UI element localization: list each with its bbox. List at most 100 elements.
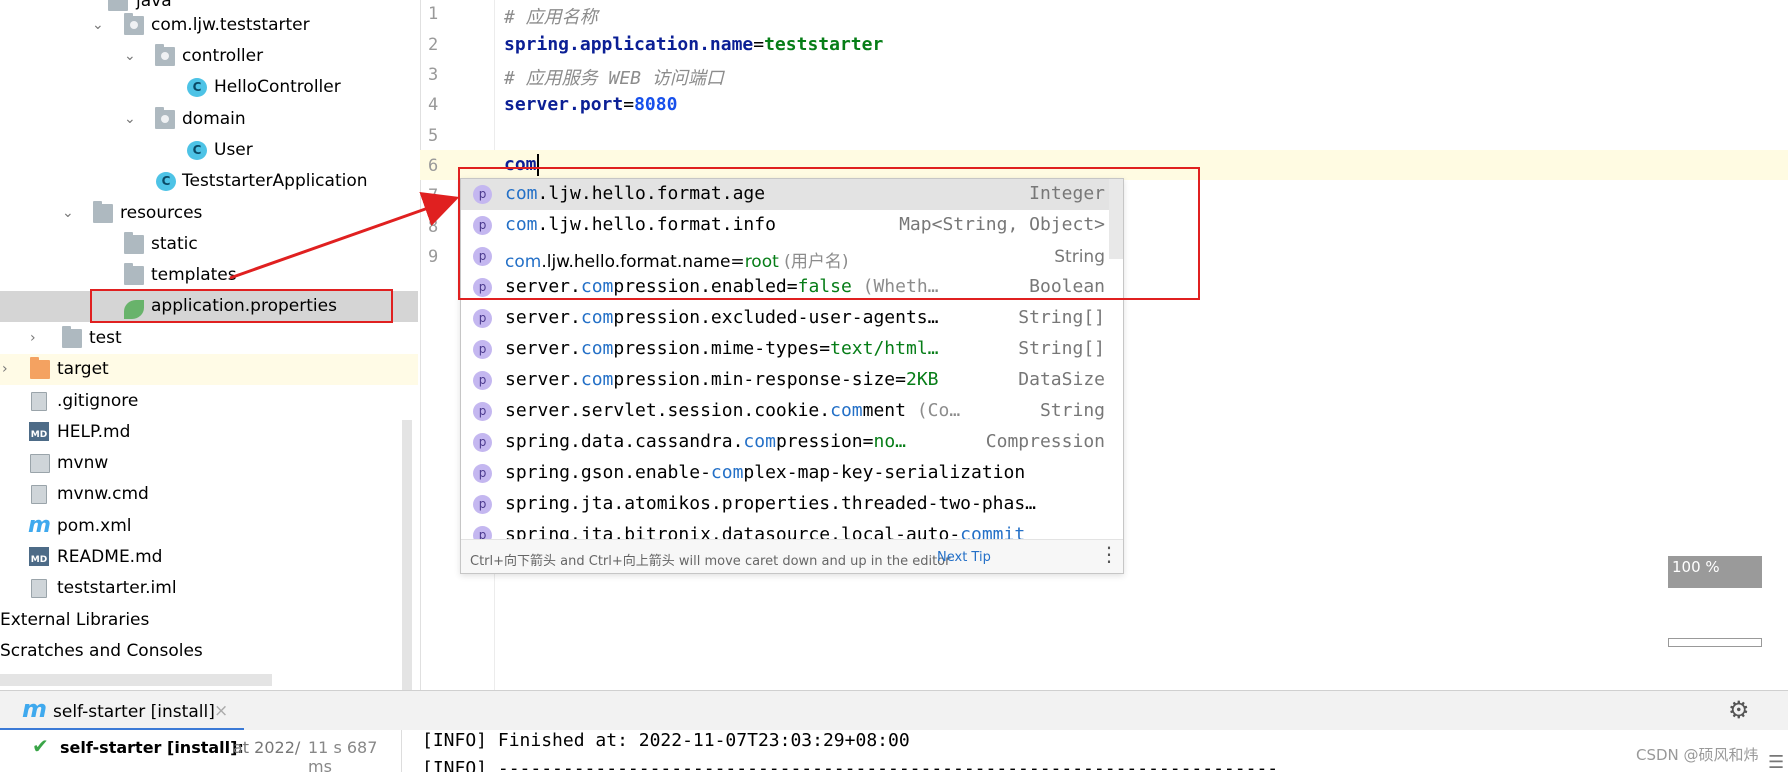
tree-item-readme-md[interactable]: MD README.md — [0, 542, 418, 573]
zoom-level[interactable]: 100 % — [1668, 556, 1762, 588]
tree-item-gitignore[interactable]: .gitignore — [0, 386, 418, 417]
tree-item-teststarterapplication[interactable]: C TeststarterApplication — [0, 166, 418, 197]
tree-item-help-md[interactable]: MD HELP.md — [0, 417, 418, 448]
completion-text: server.compression.min-response-size=2KB — [505, 369, 939, 390]
property-icon: p — [473, 433, 492, 452]
tree-item-controller[interactable]: ⌄ controller — [0, 41, 418, 72]
property-icon: p — [473, 340, 492, 359]
code-line-1: # 应用名称 — [504, 7, 598, 28]
line-number: 4 — [428, 95, 439, 115]
package-icon — [155, 44, 175, 66]
chevron-down-icon[interactable]: ⌄ — [62, 206, 76, 220]
completion-item[interactable]: p server.servlet.session.cookie.comment … — [461, 396, 1109, 427]
annotation-box-file — [90, 289, 393, 323]
task-time: at 2022/ — [233, 738, 301, 757]
tree-item-test[interactable]: › test — [0, 323, 418, 354]
completion-text: spring.data.cassandra.compression=no… — [505, 431, 906, 452]
tree-item-domain[interactable]: ⌄ domain — [0, 104, 418, 135]
line-number: 9 — [428, 247, 439, 267]
run-tab-label: self-starter [install] — [53, 702, 215, 722]
completion-item[interactable]: p spring.jta.atomikos.properties.threade… — [461, 489, 1109, 520]
gear-icon[interactable]: ⚙ — [1728, 696, 1750, 724]
completion-item[interactable]: p server.compression.excluded-user-agent… — [461, 303, 1109, 334]
orange-folder-icon — [30, 357, 50, 379]
class-icon: C — [187, 141, 207, 160]
maven-icon: m — [22, 695, 48, 723]
annotation-box-completion — [458, 167, 1200, 300]
tree-item-external-libraries[interactable]: External Libraries — [0, 605, 418, 636]
folder-icon — [124, 232, 144, 254]
module-file-icon — [31, 579, 47, 598]
line-number: 8 — [428, 217, 439, 237]
run-body: ✔ self-starter [install]: at 2022/ 11 s … — [0, 730, 1788, 772]
completion-item[interactable]: p server.compression.min-response-size=2… — [461, 365, 1109, 396]
shell-script-icon — [30, 454, 50, 473]
property-value: 8080 — [634, 94, 678, 115]
class-icon: C — [187, 78, 207, 97]
chevron-down-icon[interactable]: ⌄ — [92, 18, 106, 32]
chevron-right-icon[interactable]: › — [30, 331, 44, 345]
more-options-icon[interactable]: ⋮ — [1099, 544, 1119, 564]
folder-icon — [124, 263, 144, 285]
list-icon[interactable]: ☰ — [1768, 752, 1784, 772]
completion-text: server.servlet.session.cookie.comment (C… — [505, 400, 961, 421]
property-key: server.port — [504, 94, 624, 115]
chevron-down-icon[interactable]: ⌄ — [124, 112, 138, 126]
console-line: [INFO] ---------------------------------… — [422, 758, 1279, 772]
tree-vertical-scrollbar[interactable] — [402, 420, 412, 690]
next-tip-link[interactable]: Next Tip — [937, 550, 991, 565]
completion-item[interactable]: p server.compression.mime-types=text/htm… — [461, 334, 1109, 365]
code-line-2: spring.application.name=teststarter — [504, 34, 883, 55]
task-name[interactable]: self-starter [install]: — [60, 738, 244, 757]
completion-type: String[] — [1018, 338, 1105, 359]
completion-item[interactable]: p spring.gson.enable-complex-map-key-ser… — [461, 458, 1109, 489]
tree-item-static[interactable]: static — [0, 229, 418, 260]
line-number: 2 — [428, 35, 439, 55]
close-icon[interactable]: × — [214, 701, 228, 721]
spring-boot-class-icon: C — [156, 172, 176, 191]
completion-text: server.compression.mime-types=text/html… — [505, 338, 939, 359]
line-number: 3 — [428, 65, 439, 85]
tree-item-templates[interactable]: templates — [0, 260, 418, 291]
property-icon: p — [473, 402, 492, 421]
tree-horizontal-scrollbar[interactable] — [0, 674, 272, 686]
tree-item-mvnw-cmd[interactable]: mvnw.cmd — [0, 479, 418, 510]
markdown-icon: MD — [29, 422, 49, 441]
tree-item-scratches[interactable]: Scratches and Consoles — [0, 636, 418, 667]
completion-item[interactable]: p spring.data.cassandra.compression=no… … — [461, 427, 1109, 458]
code-line-3: # 应用服务 WEB 访问端口 — [504, 68, 724, 89]
run-task-list: ✔ self-starter [install]: at 2022/ 11 s … — [0, 730, 402, 772]
equals-sign: = — [753, 34, 765, 55]
run-tab[interactable]: m self-starter [install] × — [0, 691, 244, 731]
property-icon: p — [473, 309, 492, 328]
tree-item-user[interactable]: C User — [0, 135, 418, 166]
tree-item-package[interactable]: ⌄ com.ljw.teststarter — [0, 10, 418, 41]
maven-icon: m — [28, 513, 51, 538]
property-icon: p — [473, 495, 492, 514]
completion-type: DataSize — [1018, 369, 1105, 390]
chevron-right-icon[interactable]: › — [2, 362, 16, 376]
markdown-icon: MD — [29, 547, 49, 566]
tree-item-mvnw[interactable]: mvnw — [0, 448, 418, 479]
tree-item-target[interactable]: › target — [0, 354, 418, 385]
chevron-down-icon[interactable]: ⌄ — [124, 49, 138, 63]
check-icon: ✔ — [32, 734, 49, 758]
watermark: CSDN @硕风和炜 — [1636, 746, 1759, 764]
line-number: 5 — [428, 126, 439, 146]
resources-folder-icon — [93, 201, 113, 223]
tree-item-resources[interactable]: ⌄ resources — [0, 198, 418, 229]
property-icon: p — [473, 464, 492, 483]
console-line: [INFO] Finished at: 2022-11-07T23:03:29+… — [422, 730, 910, 751]
property-value: teststarter — [764, 34, 884, 55]
tree-item-hellocontroller[interactable]: C HelloController — [0, 72, 418, 103]
text-file-icon — [31, 485, 47, 504]
tree-item-teststarter-iml[interactable]: teststarter.iml — [0, 573, 418, 604]
tree-item-pom-xml[interactable]: m pom.xml — [0, 511, 418, 542]
completion-type: Compression — [985, 431, 1105, 452]
package-icon — [155, 107, 175, 129]
completion-type: String[] — [1018, 307, 1105, 328]
zoom-slider[interactable] — [1668, 638, 1762, 647]
task-duration: 11 s 687 ms — [308, 738, 378, 772]
property-key: spring.application.name — [504, 34, 754, 55]
completion-text: spring.gson.enable-complex-map-key-seria… — [505, 462, 1026, 483]
